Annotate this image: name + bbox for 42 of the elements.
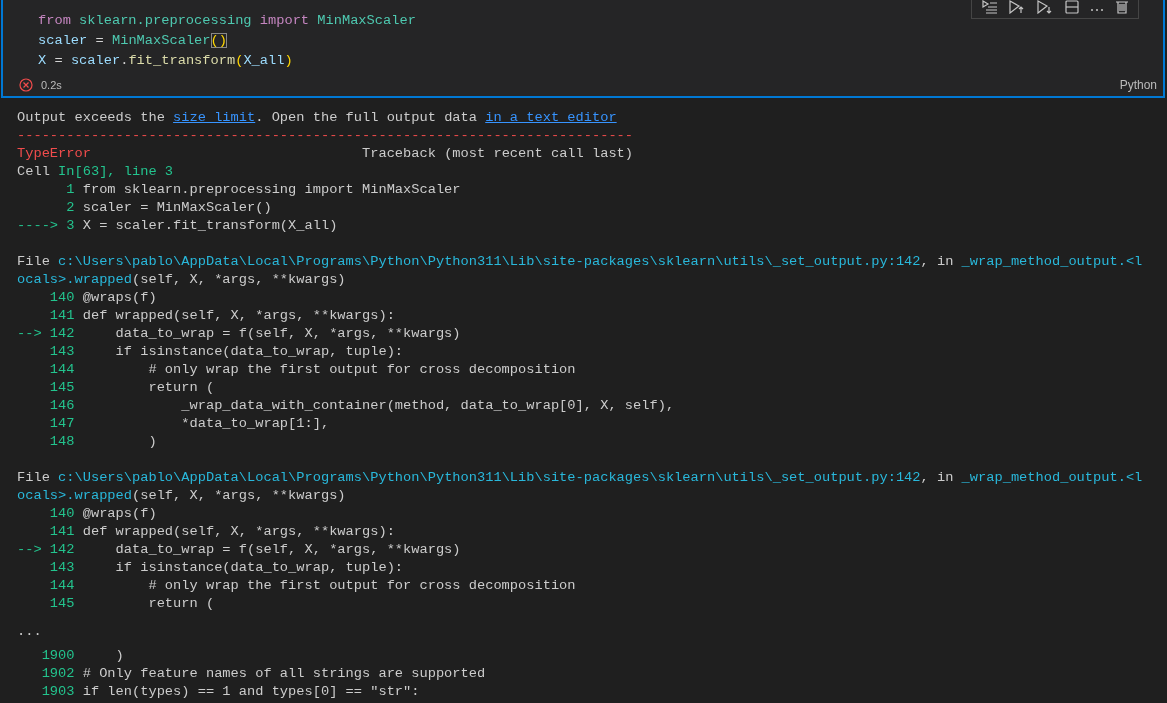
traceback-line: 141 def wrapped(self, X, *args, **kwargs):	[48, 307, 395, 325]
traceback-line: ----> 3 X = scaler.fit_transform(X_all)	[17, 217, 338, 235]
kernel-language-label[interactable]: Python	[1119, 76, 1157, 94]
truncation-ellipsis: ...	[17, 623, 42, 641]
traceback-line: --> 142 data_to_wrap = f(self, X, *args, **kwargs)	[17, 325, 461, 343]
traceback-line: 1 from sklearn.preprocessing import MinMaxScaler	[65, 181, 461, 199]
traceback-line: 1902 # Only feature names of all strings are supported	[40, 665, 486, 683]
traceback-line: 141 def wrapped(self, X, *args, **kwargs):	[48, 523, 395, 541]
traceback-line: 143 if isinstance(data_to_wrap, tuple):	[48, 343, 404, 361]
traceback-line: 147 *data_to_wrap[1:],	[48, 415, 330, 433]
traceback-line: 145 return (	[48, 595, 215, 613]
run-by-line-icon[interactable]	[981, 0, 998, 14]
traceback-line: 140 @wraps(f)	[48, 289, 157, 307]
execution-time: 0.2s	[41, 77, 62, 93]
traceback-line: 1903 if len(types) == 1 and types[0] == "str":	[40, 683, 420, 701]
output-link[interactable]: in a text editor	[485, 110, 617, 125]
run-above-icon[interactable]	[1009, 0, 1026, 14]
traceback-line: 145 return (	[48, 379, 215, 397]
traceback-line: ---------------------------------------------------------------------------	[17, 127, 634, 145]
traceback-line: TypeError Traceback (most recent call last)	[17, 145, 634, 163]
delete-icon[interactable]	[1116, 0, 1129, 14]
code-line: scaler = MinMaxScaler()	[38, 32, 228, 50]
output-link[interactable]: size limit	[173, 110, 256, 125]
traceback-line: 2 scaler = MinMaxScaler()	[65, 199, 272, 217]
traceback-line: --> 142 data_to_wrap = f(self, X, *args, **kwargs)	[17, 541, 461, 559]
split-cell-icon[interactable]	[1064, 0, 1079, 14]
code-line: from sklearn.preprocessing import MinMaxScaler	[38, 12, 417, 30]
traceback-line: 1900 )	[40, 647, 124, 665]
traceback-line: ocals>.wrapped(self, X, *args, **kwargs)	[17, 487, 346, 505]
code-line: X = scaler.fit_transform(X_all)	[38, 52, 294, 70]
traceback-line: 144 # only wrap the first output for cross decomposition	[48, 361, 576, 379]
output-size-message: Output exceeds the size limit. Open the full output data in a text editor	[17, 109, 618, 127]
traceback-line: 148 )	[48, 433, 157, 451]
traceback-line: File c:\Users\pablo\AppData\Local\Programs\Python\Python311\Lib\site-packages\sklearn\utils\_set_output.py:142, in _wrap_method_output.<l	[17, 469, 1143, 487]
traceback-line: 140 @wraps(f)	[48, 505, 157, 523]
run-below-icon[interactable]	[1037, 0, 1054, 14]
traceback-line: ocals>.wrapped(self, X, *args, **kwargs)	[17, 271, 346, 289]
traceback-line: File c:\Users\pablo\AppData\Local\Programs\Python\Python311\Lib\site-packages\sklearn\utils\_set_output.py:142, in _wrap_method_output.<l	[17, 253, 1143, 271]
traceback-line: 144 # only wrap the first output for cross decomposition	[48, 577, 576, 595]
traceback-line: 146 _wrap_data_with_container(method, data_to_wrap[0], X, self),	[48, 397, 675, 415]
traceback-line: Cell In[63], line 3	[17, 163, 174, 181]
traceback-line: 143 if isinstance(data_to_wrap, tuple):	[48, 559, 404, 577]
